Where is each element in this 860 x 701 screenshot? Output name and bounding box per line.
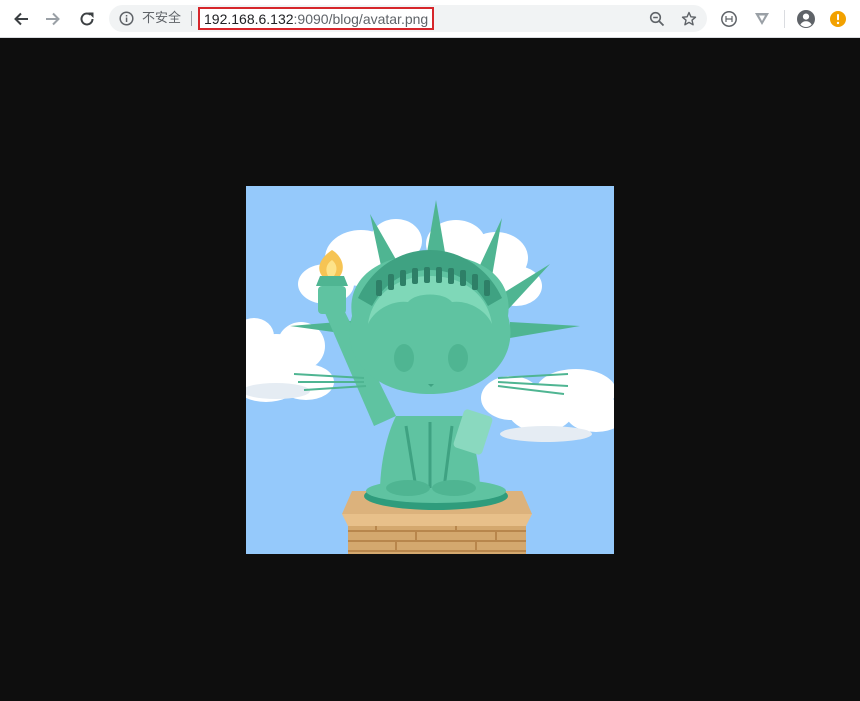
address-bar[interactable]: 不安全 192.168.6.132:9090/blog/avatar.png [109, 5, 707, 32]
security-status-label[interactable]: 不安全 [142, 11, 181, 26]
account-icon [797, 10, 815, 28]
url-text-highlighted[interactable]: 192.168.6.132:9090/blog/avatar.png [198, 7, 435, 30]
extension-button-2[interactable] [750, 7, 774, 31]
clipboard-extension-icon [721, 11, 737, 27]
image-viewer [234, 186, 626, 554]
reload-button[interactable] [75, 7, 99, 31]
info-icon[interactable] [119, 11, 134, 26]
update-alert-icon [830, 11, 846, 27]
star-icon[interactable] [681, 11, 697, 27]
browser-toolbar: 不安全 192.168.6.132:9090/blog/avatar.png [0, 0, 860, 38]
arrow-right-icon [46, 12, 60, 26]
back-button[interactable] [9, 7, 33, 31]
forward-button[interactable] [41, 7, 65, 31]
arrow-left-icon [14, 12, 28, 26]
zoom-out-icon[interactable] [649, 11, 665, 27]
profile-button[interactable] [794, 7, 818, 31]
update-button[interactable] [826, 7, 850, 31]
triangle-extension-icon [755, 13, 769, 25]
reload-icon [80, 12, 94, 26]
avatar-image [234, 186, 626, 554]
url-path: :9090/blog/avatar.png [293, 10, 429, 27]
toolbar-divider [784, 10, 785, 28]
statue-body [380, 409, 493, 496]
extension-button-1[interactable] [717, 7, 741, 31]
url-host: 192.168.6.132 [204, 10, 294, 27]
omnibox-separator [191, 11, 192, 26]
